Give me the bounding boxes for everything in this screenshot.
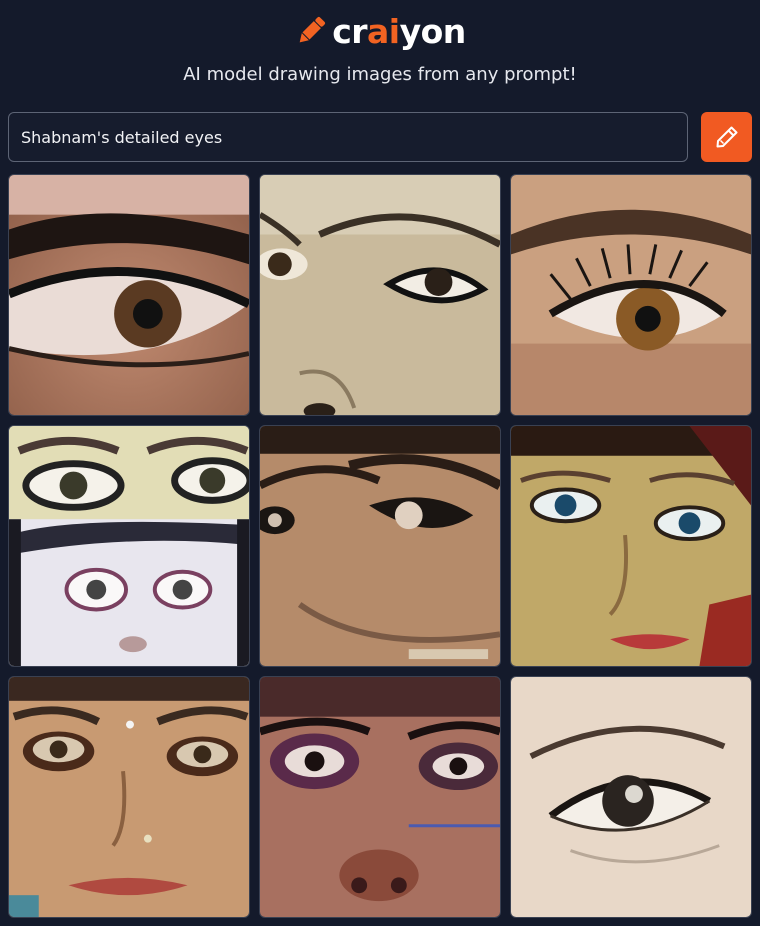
prompt-input[interactable] bbox=[8, 112, 688, 162]
result-image-2[interactable] bbox=[259, 174, 501, 416]
eye-lashes-closeup-image bbox=[511, 175, 751, 415]
craiyon-page: craiyon AI model drawing images from any… bbox=[0, 0, 760, 926]
logo-text-cr: cr bbox=[332, 11, 368, 51]
logo-text-yon: yon bbox=[399, 11, 467, 51]
logo-text-ai: ai bbox=[367, 11, 400, 51]
result-image-1[interactable] bbox=[8, 174, 250, 416]
header: craiyon bbox=[0, 10, 760, 52]
result-image-8[interactable] bbox=[259, 676, 501, 918]
result-image-9[interactable] bbox=[510, 676, 752, 918]
draw-button[interactable] bbox=[701, 112, 752, 162]
face-dark-eyes-image bbox=[260, 426, 500, 666]
face-purple-eyes-image bbox=[260, 677, 500, 917]
face-blue-eyes-image bbox=[511, 426, 751, 666]
pencil-icon bbox=[716, 126, 737, 148]
single-eye-closeup-image bbox=[9, 175, 249, 415]
stacked-eyes-collage-image bbox=[9, 426, 249, 666]
result-image-4[interactable] bbox=[8, 425, 250, 667]
logo-text: craiyon bbox=[332, 15, 466, 48]
face-eyes-nose-image bbox=[260, 175, 500, 415]
sketched-eye-image bbox=[511, 677, 751, 917]
result-grid bbox=[8, 174, 752, 918]
result-image-3[interactable] bbox=[510, 174, 752, 416]
face-bindi-nosepin-image bbox=[9, 677, 249, 917]
result-image-7[interactable] bbox=[8, 676, 250, 918]
pencil-logo-icon bbox=[299, 16, 326, 43]
result-image-6[interactable] bbox=[510, 425, 752, 667]
result-image-5[interactable] bbox=[259, 425, 501, 667]
craiyon-logo[interactable]: craiyon bbox=[294, 14, 466, 48]
tagline: AI model drawing images from any prompt! bbox=[183, 64, 577, 85]
